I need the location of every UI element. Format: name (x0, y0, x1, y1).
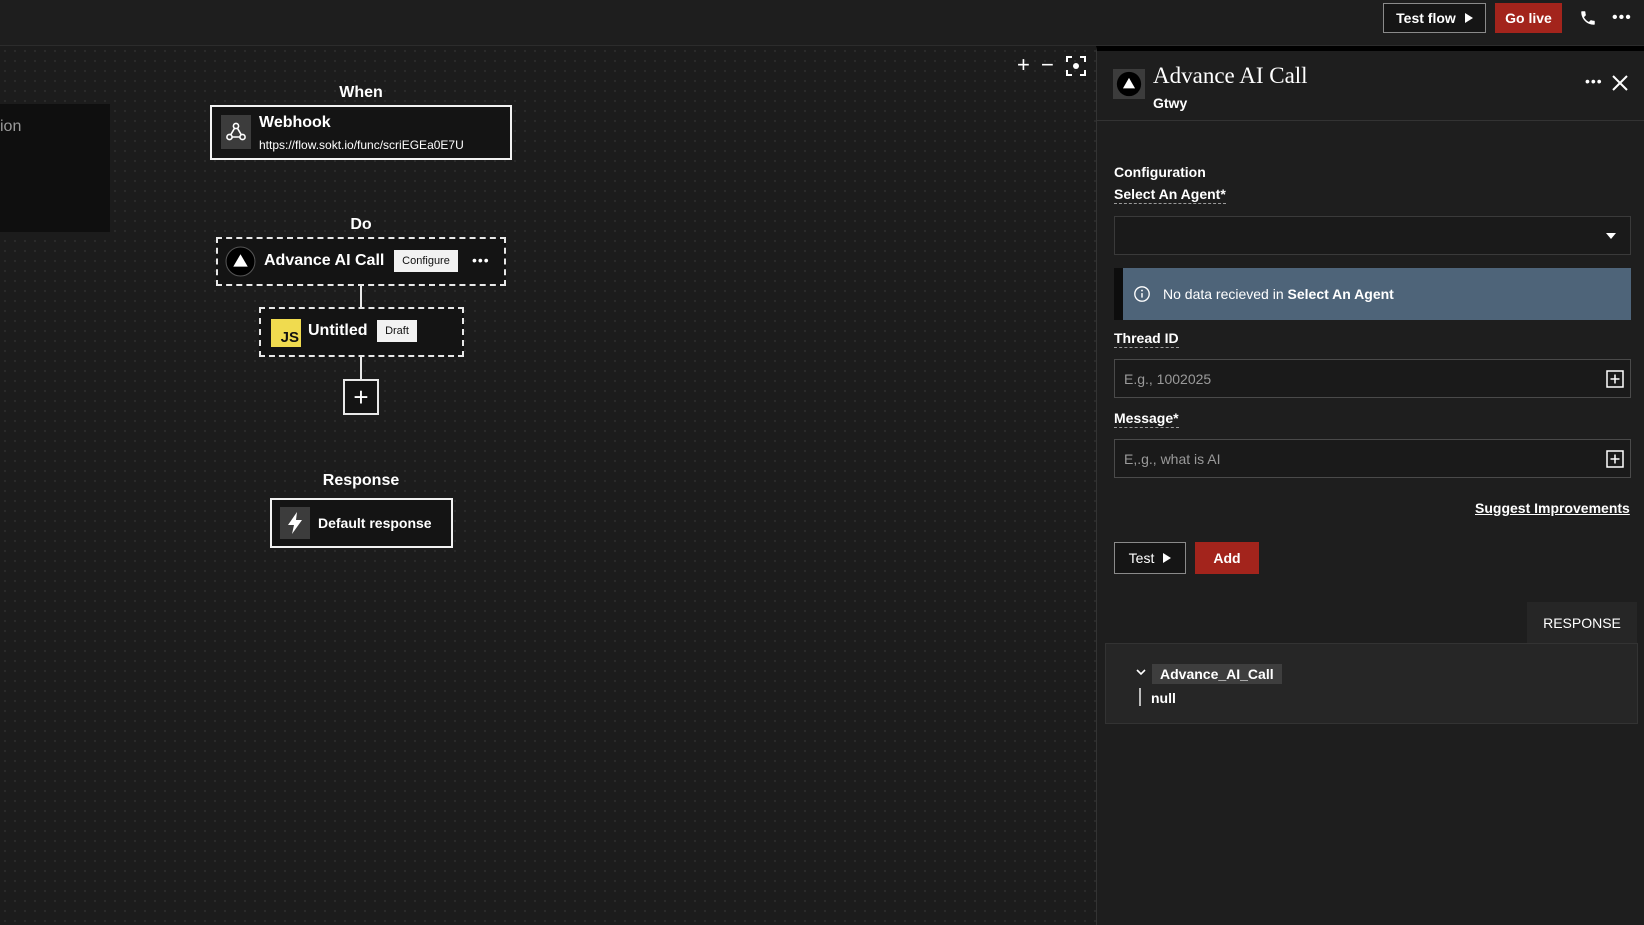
fit-screen-icon[interactable] (1066, 56, 1086, 76)
flow-canvas[interactable]: ion + − When Webhook https://flow.sokt.i… (0, 46, 1096, 925)
test-flow-label: Test flow (1396, 10, 1456, 26)
response-value: null (1151, 690, 1176, 706)
play-icon (1464, 13, 1473, 23)
connector-line (360, 286, 362, 307)
connector-line (360, 357, 362, 379)
tree-guide-line (1139, 688, 1141, 706)
thread-id-input[interactable]: E.g., 1002025 (1114, 359, 1631, 398)
node-config-panel: Advance AI Call Gtwy ••• Configuration S… (1096, 46, 1644, 925)
webhook-icon (221, 115, 251, 149)
notice-text: No data recieved in (1163, 286, 1288, 302)
chevron-down-icon (1606, 233, 1616, 239)
test-label: Test (1128, 550, 1155, 566)
panel-title: Advance AI Call (1153, 63, 1308, 88)
configure-button[interactable]: Configure (394, 250, 458, 272)
phone-icon[interactable] (1579, 9, 1597, 27)
advance-ai-call-node[interactable]: Advance AI Call Configure ••• (216, 237, 506, 286)
play-icon (1163, 553, 1172, 563)
message-placeholder: E,.g., what is AI (1124, 450, 1221, 467)
add-label: Add (1213, 550, 1241, 566)
advance-ai-call-title: Advance AI Call (264, 252, 385, 269)
panel-more-icon[interactable]: ••• (1585, 73, 1603, 89)
panel-subtitle: Gtwy (1153, 95, 1188, 111)
add-button[interactable]: Add (1195, 542, 1259, 574)
zoom-out-button[interactable]: − (1041, 54, 1054, 76)
node-more-icon[interactable]: ••• (472, 252, 490, 268)
suggest-improvements-link[interactable]: Suggest Improvements (1475, 500, 1630, 516)
do-label: Do (350, 216, 372, 233)
tab-response[interactable]: RESPONSE (1527, 602, 1637, 643)
default-response-title: Default response (318, 515, 432, 531)
webhook-url: https://flow.sokt.io/func/scriEGEa0E7U (259, 138, 464, 152)
webhook-node[interactable]: Webhook https://flow.sokt.io/func/scriEG… (210, 105, 512, 160)
add-variable-icon[interactable] (1606, 370, 1624, 388)
draft-badge: Draft (377, 320, 417, 342)
top-bar: Test flow Go live ••• (0, 0, 1644, 46)
response-viewer: Advance_AI_Call null (1105, 643, 1638, 724)
add-step-button[interactable]: + (343, 379, 379, 415)
message-label: Message* (1114, 410, 1179, 428)
default-response-node[interactable]: Default response (270, 498, 453, 548)
response-label: Response (322, 472, 400, 489)
js-node-title: Untitled (308, 322, 368, 339)
when-label: When (339, 84, 383, 101)
zoom-in-button[interactable]: + (1017, 54, 1030, 76)
no-data-notice: No data recieved in Select An Agent (1114, 268, 1631, 320)
thread-id-label: Thread ID (1114, 330, 1179, 348)
select-agent-dropdown[interactable] (1114, 216, 1631, 255)
add-variable-icon[interactable] (1606, 450, 1624, 468)
go-live-button[interactable]: Go live (1495, 3, 1562, 33)
response-key[interactable]: Advance_AI_Call (1152, 664, 1282, 684)
js-untitled-node[interactable]: JS Untitled Draft (259, 307, 464, 357)
triangle-logo-icon (225, 246, 256, 277)
notice-agent-name: Select An Agent (1287, 286, 1394, 302)
test-flow-button[interactable]: Test flow (1383, 3, 1486, 33)
chevron-down-icon[interactable] (1135, 666, 1147, 678)
javascript-icon: JS (271, 319, 301, 347)
lightning-icon (280, 507, 310, 539)
info-icon (1134, 286, 1150, 302)
more-horizontal-icon[interactable]: ••• (1612, 8, 1634, 28)
left-card-text: ion (0, 118, 22, 135)
close-icon[interactable] (1610, 73, 1630, 93)
left-side-card[interactable]: ion (0, 104, 110, 232)
select-agent-label: Select An Agent* (1114, 186, 1226, 204)
thread-id-placeholder: E.g., 1002025 (1124, 370, 1212, 387)
panel-header: Advance AI Call Gtwy ••• (1097, 51, 1644, 121)
message-input[interactable]: E,.g., what is AI (1114, 439, 1631, 478)
webhook-title: Webhook (259, 114, 331, 131)
triangle-logo-icon (1113, 69, 1145, 99)
configuration-heading: Configuration (1114, 164, 1206, 180)
go-live-label: Go live (1505, 10, 1552, 26)
test-button[interactable]: Test (1114, 542, 1186, 574)
